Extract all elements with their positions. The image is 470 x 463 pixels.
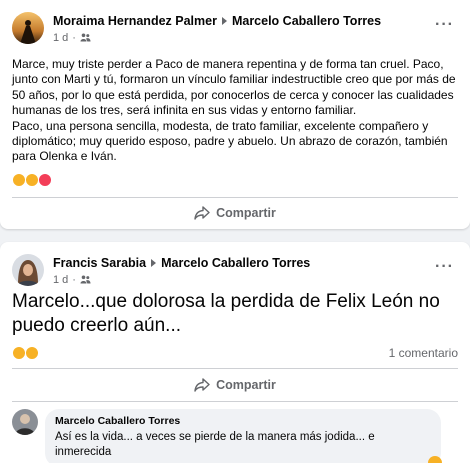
divider <box>12 401 458 402</box>
more-options-button[interactable]: ··· <box>435 17 454 33</box>
comment-bubble: Marcelo Caballero Torres Así es la vida.… <box>45 409 441 463</box>
share-button[interactable]: Compartir <box>0 372 470 398</box>
post-time[interactable]: 1 d <box>53 32 68 44</box>
target-name[interactable]: Marcelo Caballero Torres <box>232 13 381 29</box>
share-label: Compartir <box>216 378 276 392</box>
share-icon <box>194 378 210 392</box>
post-card: Moraima Hernandez Palmer Marcelo Caballe… <box>0 0 470 229</box>
friends-audience-icon <box>80 33 91 42</box>
post-paragraph: Marce, muy triste perder a Paco de maner… <box>12 57 456 118</box>
post-header: Francis Sarabia Marcelo Caballero Torres… <box>12 254 310 286</box>
divider <box>12 368 458 369</box>
post-paragraph: Paco, una persona sencilla, modesta, de … <box>12 118 448 164</box>
friends-audience-icon <box>80 275 91 284</box>
divider <box>12 197 458 198</box>
share-button[interactable]: Compartir <box>0 200 470 226</box>
separator-dot: · <box>72 31 76 44</box>
author-avatar[interactable] <box>12 12 44 44</box>
author-avatar[interactable] <box>12 254 44 286</box>
share-label: Compartir <box>216 206 276 220</box>
comment-item: Marcelo Caballero Torres Así es la vida.… <box>12 409 442 463</box>
reactions-summary[interactable] <box>12 346 39 360</box>
separator-dot: · <box>72 273 76 286</box>
arrow-right-icon <box>221 16 227 25</box>
commenter-avatar[interactable] <box>12 409 38 435</box>
author-name[interactable]: Moraima Hernandez Palmer <box>53 13 217 29</box>
post-header: Moraima Hernandez Palmer Marcelo Caballe… <box>12 12 381 44</box>
post-text: Marcelo...que dolorosa la perdida de Fel… <box>12 291 440 336</box>
comment-count-link[interactable]: 1 comentario <box>389 346 458 360</box>
comment-text: Así es la vida... a veces se pierde de l… <box>55 431 375 458</box>
post-time[interactable]: 1 d <box>53 274 68 286</box>
care-icon <box>25 173 39 187</box>
arrow-right-icon <box>151 258 157 267</box>
share-icon <box>194 206 210 220</box>
more-options-button[interactable]: ··· <box>435 259 454 275</box>
sad-icon <box>12 346 26 360</box>
comment-reaction-icon[interactable] <box>428 456 442 463</box>
target-name[interactable]: Marcelo Caballero Torres <box>161 255 310 271</box>
reactions-summary[interactable] <box>12 173 52 187</box>
sad-icon <box>12 173 26 187</box>
post-text: Marce, muy triste perder a Paco de maner… <box>12 57 460 165</box>
wow-icon <box>25 346 39 360</box>
love-icon <box>38 173 52 187</box>
commenter-name[interactable]: Marcelo Caballero Torres <box>55 415 429 428</box>
author-name[interactable]: Francis Sarabia <box>53 255 146 271</box>
